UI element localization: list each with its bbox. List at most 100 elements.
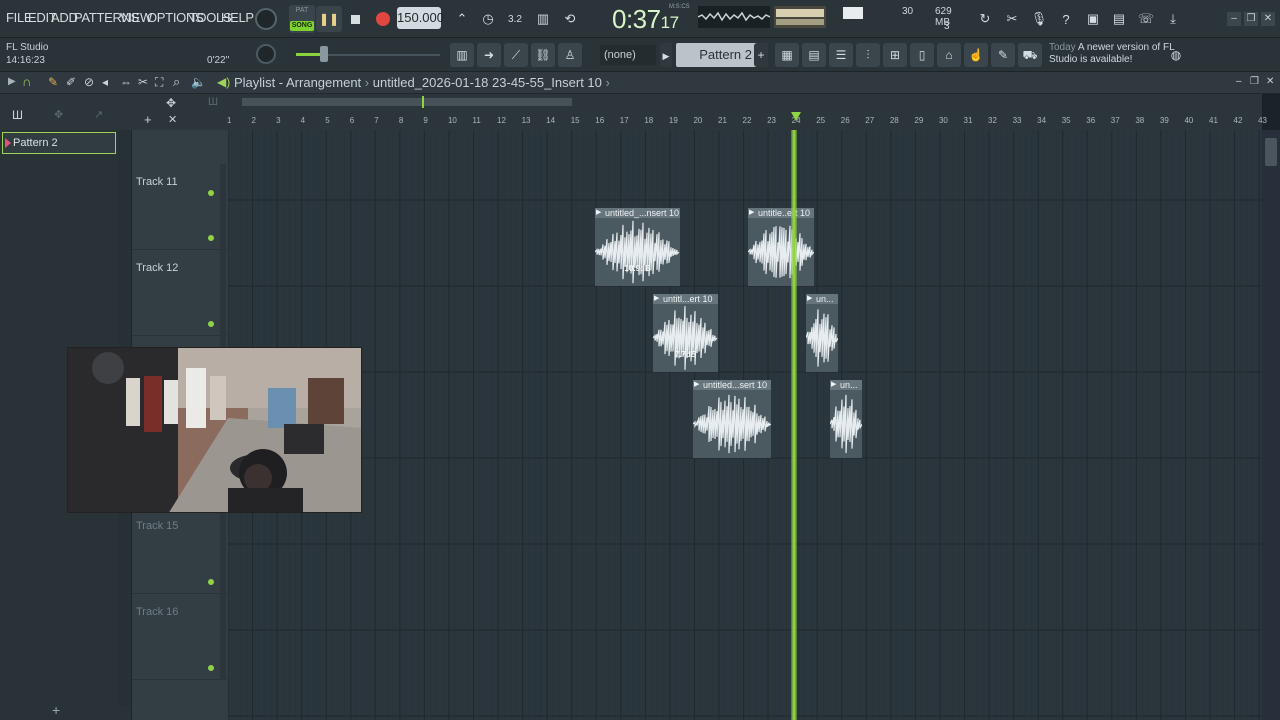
- channel-settings-button[interactable]: ⫶: [856, 43, 880, 67]
- track-enable-icon[interactable]: [208, 190, 214, 196]
- track-enable-icon[interactable]: [208, 665, 214, 671]
- add-pattern-icon[interactable]: +: [52, 702, 60, 718]
- brush-icon[interactable]: ✐: [66, 75, 76, 89]
- master-volume-handle[interactable]: [320, 46, 328, 62]
- plugin-button[interactable]: ⌂: [937, 43, 961, 67]
- browser-button[interactable]: ⊞: [883, 43, 907, 67]
- magnet-icon[interactable]: ∩: [22, 74, 31, 89]
- menu-help[interactable]: HELP: [221, 10, 254, 25]
- master-pitch-knob[interactable]: [256, 44, 276, 64]
- track-resize-handle[interactable]: [220, 594, 226, 680]
- step-edit-button[interactable]: ▥: [530, 6, 556, 32]
- minimize-button[interactable]: –: [1227, 12, 1241, 26]
- track-tool-icon[interactable]: Ш: [208, 96, 218, 108]
- overview-view-range[interactable]: [242, 98, 572, 106]
- audio-clip[interactable]: ▶ untitled...sert 10: [693, 380, 771, 458]
- loop-record-button[interactable]: ⟲: [557, 6, 583, 32]
- close-button[interactable]: ✕: [1261, 12, 1275, 26]
- countdown-button[interactable]: 3.2: [502, 6, 528, 32]
- link-button[interactable]: ⛓: [531, 43, 555, 67]
- slice-icon[interactable]: ✂: [138, 75, 148, 89]
- pattern-select[interactable]: Pattern 2: [676, 43, 760, 67]
- playlist-speaker-icon[interactable]: ◀): [217, 75, 230, 89]
- tools-button[interactable]: ✎: [991, 43, 1015, 67]
- audio-clip[interactable]: ▶ untitled_...nsert 10 10.9dB: [595, 208, 680, 286]
- track-resize-handle[interactable]: [220, 508, 226, 594]
- track-resize-handle[interactable]: [220, 164, 226, 250]
- track-enable-icon[interactable]: [208, 321, 214, 327]
- stop-button[interactable]: [342, 6, 368, 32]
- song-overview[interactable]: [228, 96, 1262, 108]
- pattern-prev-button[interactable]: ▶: [660, 43, 672, 67]
- play-icon[interactable]: ▶: [8, 76, 16, 87]
- wait-input-button[interactable]: ◷: [475, 6, 501, 32]
- news-panel[interactable]: Today A newer version of FL Studio is av…: [1049, 42, 1179, 66]
- playlist-minimize-button[interactable]: –: [1236, 76, 1242, 87]
- clip-waveform: [595, 220, 680, 284]
- file-button[interactable]: ▯: [910, 43, 934, 67]
- pattern-item[interactable]: Pattern 2: [2, 132, 116, 154]
- audio-clip[interactable]: ▶ un...: [806, 294, 838, 372]
- playlist-name: Playlist - Arrangement: [234, 75, 362, 90]
- playlist-maximize-button[interactable]: ❐: [1250, 76, 1259, 87]
- playlist-close-button[interactable]: ✕: [1266, 76, 1274, 87]
- tempo-display[interactable]: 150.000: [397, 7, 444, 29]
- touch-button[interactable]: ☝: [964, 43, 988, 67]
- remove-track-icon[interactable]: ✕: [168, 113, 177, 126]
- picker-arrow-icon[interactable]: ↗: [94, 108, 103, 121]
- speaker-icon[interactable]: 🔈: [191, 75, 206, 89]
- mute-icon[interactable]: ◂: [102, 75, 108, 89]
- master-volume-knob[interactable]: [255, 8, 277, 30]
- vertical-scrollbar-thumb[interactable]: [1265, 138, 1277, 166]
- audio-clip[interactable]: ▶ untitle..ert 10: [748, 208, 814, 286]
- track-header[interactable]: Track 16: [132, 594, 228, 680]
- ruler-tick: 36: [1086, 116, 1096, 125]
- zoom-icon[interactable]: ⌕: [173, 74, 180, 90]
- picker-fade-icon[interactable]: ✥: [54, 108, 63, 121]
- add-track-icon[interactable]: +: [144, 112, 152, 127]
- save-button[interactable]: ▣: [1080, 6, 1106, 32]
- store-button[interactable]: ⛟: [1018, 43, 1042, 67]
- picker-mode-icon[interactable]: Ш: [12, 108, 23, 122]
- track-header[interactable]: Track 12: [132, 250, 228, 336]
- record-audio-button[interactable]: 🎙: [1026, 6, 1052, 32]
- metronome-button[interactable]: ⌃: [449, 6, 475, 32]
- pat-song-toggle[interactable]: PAT SONG: [289, 5, 315, 33]
- restore-button[interactable]: ❐: [1244, 12, 1258, 26]
- help-button[interactable]: ?: [1053, 6, 1079, 32]
- piano-roll-button[interactable]: ▥: [450, 43, 474, 67]
- add-pattern-button[interactable]: +: [754, 43, 768, 67]
- automation-button[interactable]: ⟋: [504, 43, 528, 67]
- vertical-scrollbar[interactable]: [1262, 130, 1280, 720]
- pencil-icon[interactable]: ✎: [48, 75, 58, 89]
- clip-waveform: [653, 306, 718, 370]
- move-icon[interactable]: ✥: [166, 96, 176, 110]
- track-enable-icon[interactable]: [208, 579, 214, 585]
- render-button[interactable]: ▤: [1106, 6, 1132, 32]
- slip-icon[interactable]: ⇔: [120, 75, 132, 89]
- stamp-button[interactable]: ♙: [558, 43, 582, 67]
- clip-waveform: [806, 309, 838, 367]
- track-header[interactable]: Track 11: [132, 164, 228, 250]
- select-icon[interactable]: ⛶: [155, 75, 163, 90]
- undo-button[interactable]: ↻: [972, 6, 998, 32]
- cut-button[interactable]: ✂: [999, 6, 1025, 32]
- arrow-button[interactable]: ➜: [477, 43, 501, 67]
- audio-clip[interactable]: ▶ un...: [830, 380, 862, 458]
- playlist-button[interactable]: ▦: [775, 43, 799, 67]
- delete-icon[interactable]: ⊘: [84, 75, 94, 89]
- track-header[interactable]: Track 15: [132, 508, 228, 594]
- download-button[interactable]: ⤓: [1160, 6, 1186, 32]
- arp-select[interactable]: (none): [600, 45, 656, 65]
- mixer-button[interactable]: ☰: [829, 43, 853, 67]
- pause-button[interactable]: ❚❚: [316, 6, 342, 32]
- track-resize-handle[interactable]: [220, 250, 226, 336]
- playlist-grid[interactable]: ▶ untitled_...nsert 10 10.9dB ▶ untitle..ert…: [228, 130, 1262, 720]
- chat-button[interactable]: ☏: [1133, 6, 1159, 32]
- record-button[interactable]: [370, 6, 396, 32]
- audio-clip[interactable]: ▶ untitl...ert 10 7.7dB: [653, 294, 718, 372]
- playhead-marker[interactable]: [791, 112, 801, 121]
- track-enable-icon[interactable]: [208, 235, 214, 241]
- channel-rack-button[interactable]: ▤: [802, 43, 826, 67]
- globe-button[interactable]: ◍: [1164, 43, 1188, 67]
